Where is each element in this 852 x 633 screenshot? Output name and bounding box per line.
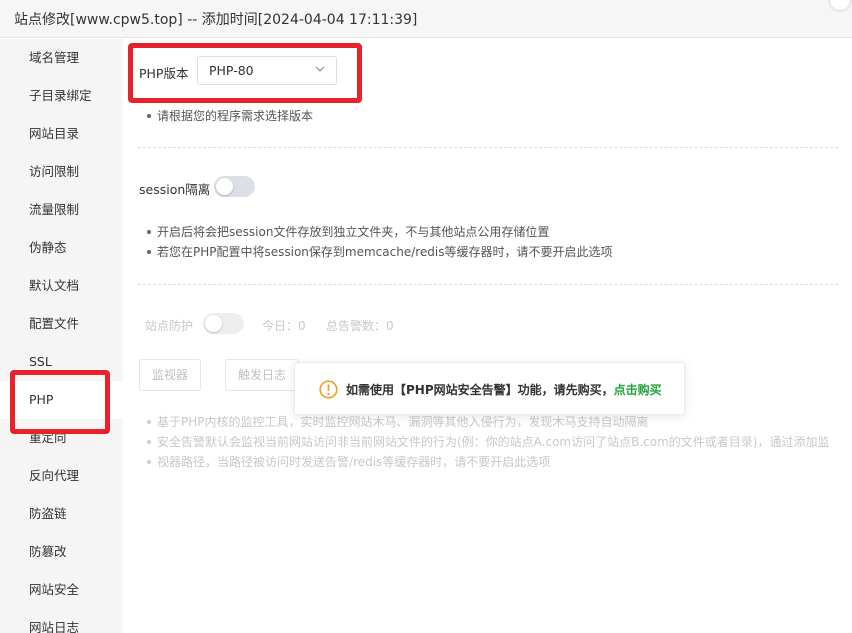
sidebar-item-php[interactable]: PHP (0, 381, 123, 419)
session-note: 开启后将会把session文件存放到独立文件夹，不与其他站点公用存储位置 (143, 222, 613, 242)
sidebar-item-reverse-proxy[interactable]: 反向代理 (0, 457, 123, 495)
php-version-hint: 请根据您的程序需求选择版本 (143, 106, 313, 126)
protect-notes: 基于PHP内核的监控工具，实时监控网站木马、漏洞等其他入侵行为，发现木马支持自动… (143, 412, 830, 472)
divider (138, 147, 838, 148)
window-title: 站点修改[www.cpw5.top] -- 添加时间[2024-04-04 17… (14, 12, 418, 28)
site-protect-toggle[interactable] (203, 313, 244, 334)
sidebar-item-access-limit[interactable]: 访问限制 (0, 153, 123, 191)
sidebar-item-rewrite[interactable]: 伪静态 (0, 229, 123, 267)
session-note: 若您在PHP配置中将session保存到memcache/redis等缓存器时，… (143, 242, 613, 262)
divider (138, 284, 838, 285)
sidebar: 域名管理 子目录绑定 网站目录 访问限制 流量限制 伪静态 默认文档 配置文件 … (0, 39, 123, 633)
sidebar-item-traffic-limit[interactable]: 流量限制 (0, 191, 123, 229)
purchase-toast: 如需使用【PHP网站安全告警】功能，请先购买，点击购买 (294, 362, 685, 415)
sidebar-item-site-security[interactable]: 网站安全 (0, 571, 123, 609)
sidebar-item-config[interactable]: 配置文件 (0, 305, 123, 343)
php-version-hints: 请根据您的程序需求选择版本 (143, 106, 313, 126)
today-count: 今日：0 (262, 319, 306, 333)
toggle-knob (216, 178, 233, 195)
chevron-down-icon (315, 66, 325, 72)
php-version-select[interactable]: PHP-80 (197, 56, 337, 85)
title-bar: 站点修改[www.cpw5.top] -- 添加时间[2024-04-04 17… (0, 0, 852, 38)
site-protect-label: 站点防护 (145, 319, 194, 333)
protect-note: 视器路径，当路径被访问时发送告警/redis等缓存器时，请不要开启此选项 (143, 452, 830, 472)
sidebar-item-hotlink[interactable]: 防盗链 (0, 495, 123, 533)
sidebar-item-site-log[interactable]: 网站日志 (0, 609, 123, 633)
sidebar-item-site-dir[interactable]: 网站目录 (0, 115, 123, 153)
toast-text: 如需使用【PHP网站安全告警】功能，请先购买， (346, 383, 614, 397)
protect-note: 基于PHP内核的监控工具，实时监控网站木马、漏洞等其他入侵行为，发现木马支持自动… (143, 412, 830, 432)
php-version-label: PHP版本 (139, 66, 189, 81)
protect-note: 安全告警默认会监视当前网站访问非当前网站文件的行为(例：你的站点A.com访问了… (143, 432, 830, 452)
toast-message: 如需使用【PHP网站安全告警】功能，请先购买，点击购买 (346, 381, 662, 398)
sidebar-item-domain[interactable]: 域名管理 (0, 39, 123, 77)
main-panel: PHP版本 PHP-80 请根据您的程序需求选择版本 session隔离 开启后… (123, 39, 852, 633)
toggle-knob (205, 315, 222, 332)
session-isolation-toggle[interactable] (214, 176, 255, 197)
sidebar-item-redirect[interactable]: 重定向 (0, 419, 123, 457)
sidebar-item-default-doc[interactable]: 默认文档 (0, 267, 123, 305)
buy-link[interactable]: 点击购买 (614, 383, 662, 397)
total-alert-count: 总告警数：0 (326, 319, 394, 333)
close-icon[interactable] (830, 0, 850, 10)
monitor-button[interactable]: 监视器 (139, 359, 202, 391)
sidebar-item-subdir[interactable]: 子目录绑定 (0, 77, 123, 115)
sidebar-item-ssl[interactable]: SSL (0, 343, 123, 381)
sidebar-item-tamper[interactable]: 防篡改 (0, 533, 123, 571)
trigger-log-button[interactable]: 触发日志 (225, 359, 300, 391)
session-notes: 开启后将会把session文件存放到独立文件夹，不与其他站点公用存储位置 若您在… (143, 222, 613, 262)
php-version-value: PHP-80 (209, 63, 254, 78)
warning-icon (319, 380, 338, 399)
session-isolation-label: session隔离 (139, 182, 211, 197)
